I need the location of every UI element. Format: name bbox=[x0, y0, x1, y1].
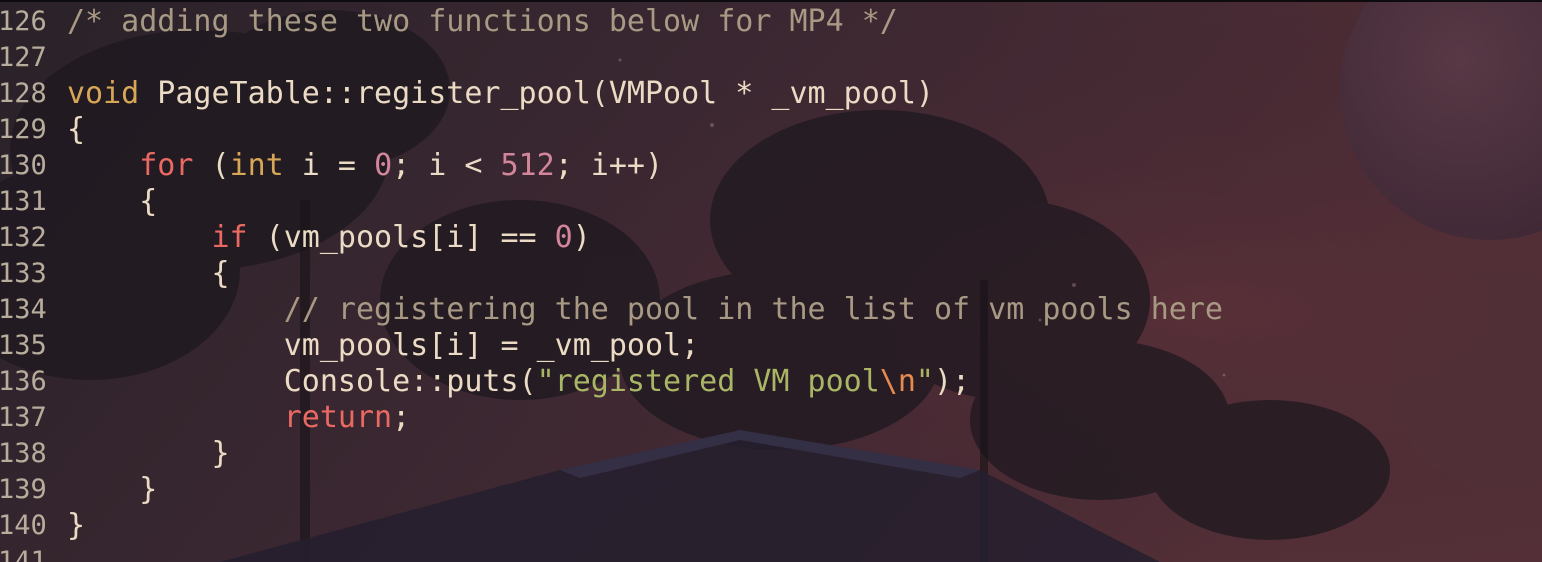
window-top-border bbox=[0, 0, 1542, 2]
line-number: 134 bbox=[0, 294, 47, 325]
line-number: 137 bbox=[0, 402, 47, 433]
line-number: 129 bbox=[0, 114, 47, 145]
line-number: 138 bbox=[0, 438, 47, 469]
code-token: ( bbox=[193, 148, 230, 183]
code-token: 0 bbox=[554, 220, 573, 255]
line-code: vm_pools[i] = _vm_pool; bbox=[67, 328, 699, 364]
line-number: 139 bbox=[0, 474, 47, 505]
code-token: ; i++) bbox=[554, 148, 664, 183]
code-token: vm_pools[i] = _vm_pool; bbox=[67, 328, 700, 363]
code-token: int bbox=[229, 148, 284, 183]
line-code: { bbox=[67, 256, 230, 292]
code-token: // registering the pool in the list of v… bbox=[283, 292, 1223, 327]
line-code: } bbox=[67, 472, 157, 508]
code-token: } bbox=[67, 508, 86, 543]
code-token: " bbox=[915, 364, 934, 399]
line-number: 141 bbox=[0, 546, 47, 562]
line-code: { bbox=[67, 112, 85, 148]
code-token: ; bbox=[392, 400, 411, 435]
code-token: 512 bbox=[500, 148, 555, 183]
line-code: Console::puts("registered VM pool\n"); bbox=[67, 364, 970, 400]
line-number: 135 bbox=[0, 330, 47, 361]
code-token: PageTable::register_pool(VMPool * _vm_po… bbox=[139, 76, 934, 111]
code-token: i = bbox=[283, 148, 375, 183]
code-token: "registered VM pool bbox=[536, 364, 880, 399]
line-code: return; bbox=[67, 400, 410, 436]
line-code: /* adding these two functions below for … bbox=[67, 4, 898, 40]
code-token: 0 bbox=[374, 148, 393, 183]
code-editor[interactable]: 126 /* adding these two functions below f… bbox=[0, 0, 1542, 562]
line-number: 136 bbox=[0, 366, 47, 397]
line-code: // registering the pool in the list of v… bbox=[67, 292, 1223, 328]
line-number: 130 bbox=[0, 150, 47, 181]
code-token: (vm_pools[i] == bbox=[247, 220, 555, 255]
code-token: } bbox=[67, 472, 158, 507]
code-token: \n bbox=[879, 364, 916, 399]
line-code: void PageTable::register_pool(VMPool * _… bbox=[67, 76, 934, 112]
line-code: for (int i = 0; i < 512; i++) bbox=[67, 148, 663, 184]
line-number: 132 bbox=[0, 222, 47, 253]
code-token: return bbox=[283, 400, 393, 435]
line-number: 131 bbox=[0, 186, 47, 217]
line-number: 127 bbox=[0, 42, 47, 73]
line-number: 133 bbox=[0, 258, 47, 289]
code-token: void bbox=[67, 76, 140, 111]
code-token: Console::puts( bbox=[67, 364, 537, 399]
code-token: { bbox=[67, 184, 158, 219]
code-token: ; i < bbox=[392, 148, 501, 183]
line-number: 140 bbox=[0, 510, 47, 541]
line-code: { bbox=[67, 184, 157, 220]
code-token: ) bbox=[572, 220, 591, 255]
line-code: } bbox=[67, 436, 230, 472]
code-token: } bbox=[67, 436, 230, 471]
code-token: { bbox=[67, 112, 86, 147]
code-token: if bbox=[211, 220, 248, 255]
code-token: for bbox=[139, 148, 194, 183]
line-code: if (vm_pools[i] == 0) bbox=[67, 220, 591, 256]
line-code: } bbox=[67, 508, 85, 544]
line-number: 128 bbox=[0, 78, 47, 109]
line-number: 126 bbox=[0, 6, 47, 37]
code-token: { bbox=[67, 256, 230, 291]
code-token: /* adding these two functions below for … bbox=[67, 4, 898, 39]
code-token: ); bbox=[933, 364, 971, 399]
